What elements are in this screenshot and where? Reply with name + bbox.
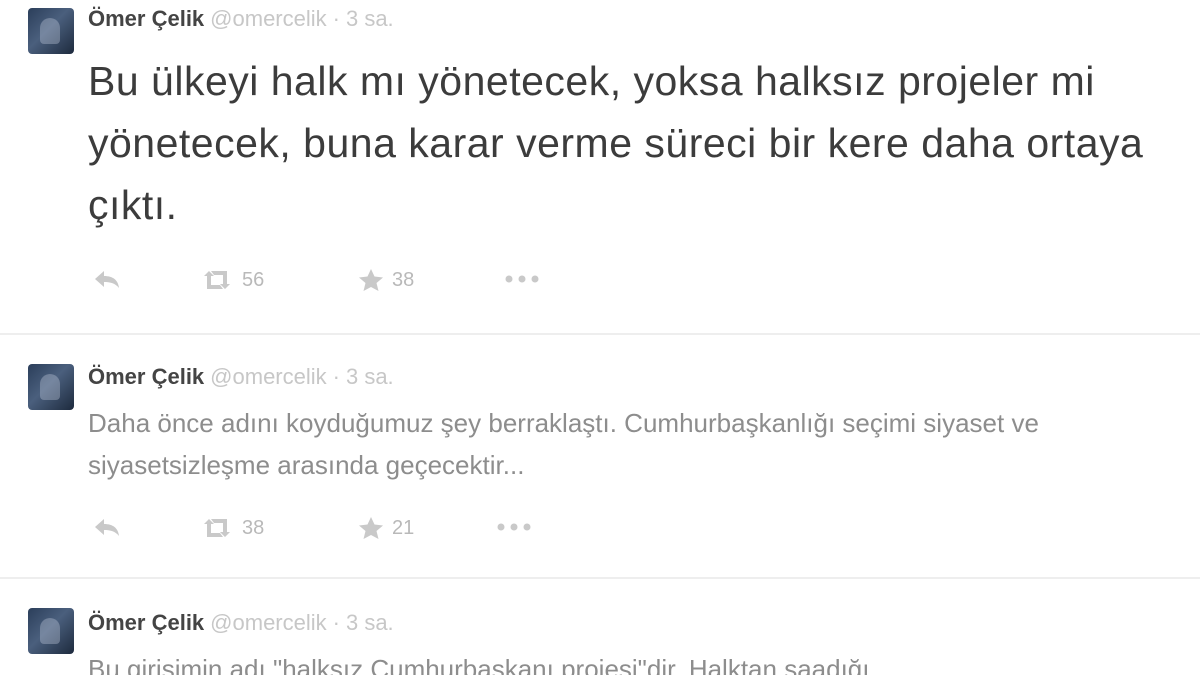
tweet[interactable]: Ömer Çelik @omercelik · 3 sa. Bu girişimin … [0,584,1200,675]
retweet-button[interactable]: 38 [200,516,264,540]
star-icon [359,269,383,291]
more-icon [505,275,539,283]
favorite-count: 21 [392,516,415,539]
separator-dot: · [332,364,340,389]
tweet[interactable]: Ömer Çelik @omercelik · 3 sa. Bu ülkeyi hal… [0,0,1200,330]
tweet-time[interactable]: 3 sa. [346,6,394,31]
divider [0,577,1200,579]
more-button[interactable] [496,522,532,532]
tweet-header: Ömer Çelik @omercelik · 3 sa. [88,6,394,32]
reply-icon [95,519,119,536]
author-name[interactable]: Ömer Çelik [88,610,204,635]
separator-dot: · [332,610,340,635]
avatar[interactable] [28,8,74,54]
more-button[interactable] [504,274,540,284]
author-handle[interactable]: @omercelik [210,610,326,635]
author-handle[interactable]: @omercelik [210,6,326,31]
tweet-text: Bu girişimin adı "halksız Cumhurbaşkanı … [88,654,870,675]
avatar[interactable] [28,364,74,410]
retweet-count: 56 [242,268,265,291]
favorite-button[interactable]: 21 [358,516,414,540]
favorite-count: 38 [392,268,415,291]
tweet-header: Ömer Çelik @omercelik · 3 sa. [88,610,394,636]
tweet-text: Bu ülkeyi halk mı yönetecek, yoksa halks… [88,58,1144,228]
author-name[interactable]: Ömer Çelik [88,6,204,31]
separator-dot: · [332,6,340,31]
divider [0,333,1200,335]
retweet-count: 38 [242,516,265,539]
tweet-actions: 56 38 [92,268,572,296]
retweet-icon [204,271,230,289]
tweet-time[interactable]: 3 sa. [346,610,394,635]
tweet[interactable]: Ömer Çelik @omercelik · 3 sa. Daha önce adı… [0,340,1200,570]
author-name[interactable]: Ömer Çelik [88,364,204,389]
favorite-button[interactable]: 38 [358,268,414,292]
author-handle[interactable]: @omercelik [210,364,326,389]
more-icon [497,523,531,531]
tweet-text: Daha önce adını koyduğumuz şey berraklaş… [88,408,1039,480]
reply-button[interactable] [92,268,122,290]
reply-icon [95,271,119,288]
tweet-header: Ömer Çelik @omercelik · 3 sa. [88,364,394,390]
avatar[interactable] [28,608,74,654]
retweet-button[interactable]: 56 [200,268,264,292]
reply-button[interactable] [92,516,122,538]
star-icon [359,517,383,539]
tweet-actions: 38 21 [92,516,572,544]
retweet-icon [204,519,230,537]
tweet-feed: Ömer Çelik @omercelik · 3 sa. Bu ülkeyi hal… [0,0,1200,675]
tweet-time[interactable]: 3 sa. [346,364,394,389]
